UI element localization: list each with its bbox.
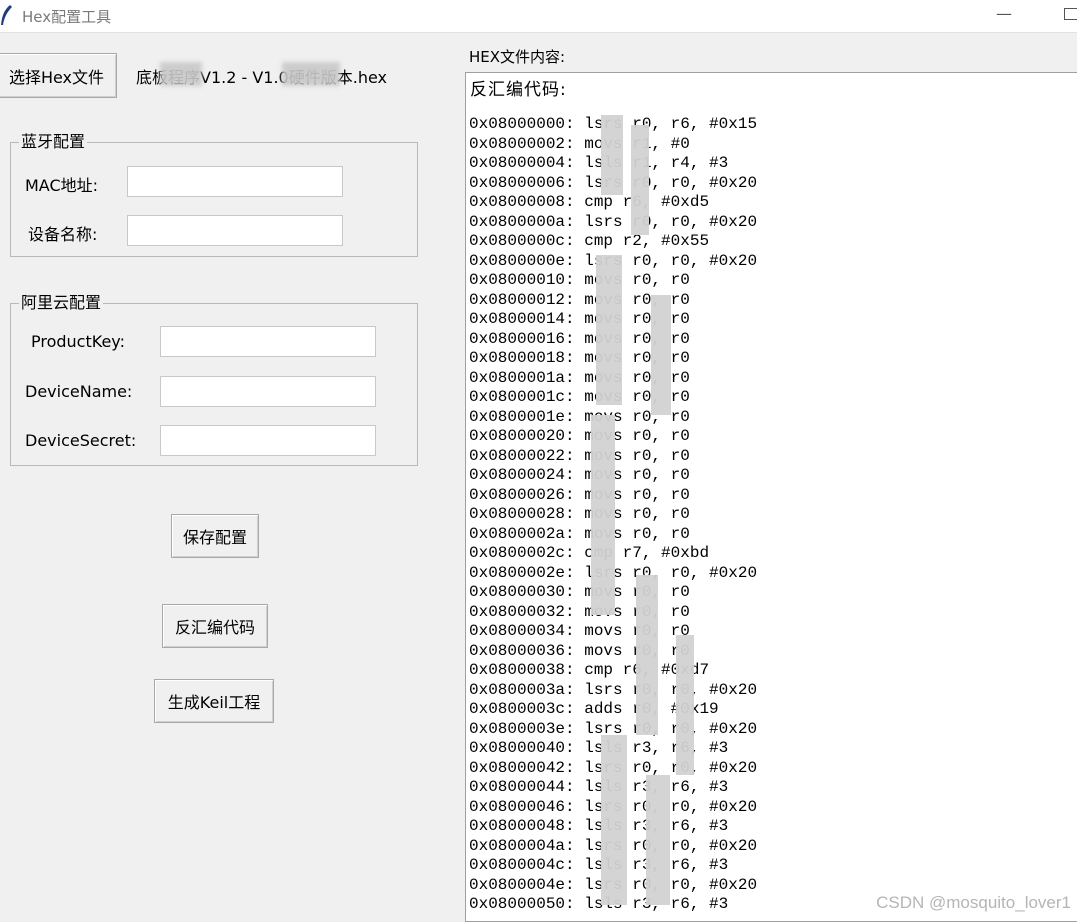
maximize-button[interactable] <box>1064 8 1077 20</box>
disassembly-heading: 反汇编代码: <box>470 80 567 100</box>
product-key-input[interactable] <box>160 326 376 357</box>
hex-content-textbox[interactable]: 反汇编代码: 0x08000000: lsrs r0, r6, #0x15 0x… <box>465 72 1077 922</box>
watermark: CSDN @mosquito_lover1 <box>876 893 1071 912</box>
device-name-label: 设备名称: <box>28 225 98 244</box>
bluetooth-config-title: 蓝牙配置 <box>19 132 88 152</box>
title-bar: Hex配置工具 — <box>0 0 1077 33</box>
aliyun-device-name-input[interactable] <box>160 376 376 407</box>
mac-address-label: MAC地址: <box>25 176 99 195</box>
bt-device-name-input[interactable] <box>127 215 343 246</box>
aliyun-config-title: 阿里云配置 <box>19 293 104 313</box>
redaction-mosaic <box>160 62 202 86</box>
redaction-mosaic <box>282 62 340 86</box>
save-config-button[interactable]: 保存配置 <box>171 514 259 558</box>
device-name-label: DeviceName: <box>25 382 133 401</box>
feather-icon <box>1 5 12 25</box>
mac-address-input[interactable] <box>127 166 343 197</box>
product-key-label: ProductKey: <box>31 332 125 351</box>
window-title: Hex配置工具 <box>22 8 112 26</box>
redaction-mosaic <box>591 115 711 915</box>
device-secret-label: DeviceSecret: <box>25 431 137 450</box>
generate-keil-project-button[interactable]: 生成Keil工程 <box>154 679 274 723</box>
hex-content-label: HEX文件内容: <box>469 48 566 66</box>
device-secret-input[interactable] <box>160 425 376 456</box>
select-hex-file-button[interactable]: 选择Hex文件 <box>0 53 117 98</box>
minimize-button[interactable]: — <box>996 4 1014 24</box>
disassemble-button[interactable]: 反汇编代码 <box>162 604 268 648</box>
